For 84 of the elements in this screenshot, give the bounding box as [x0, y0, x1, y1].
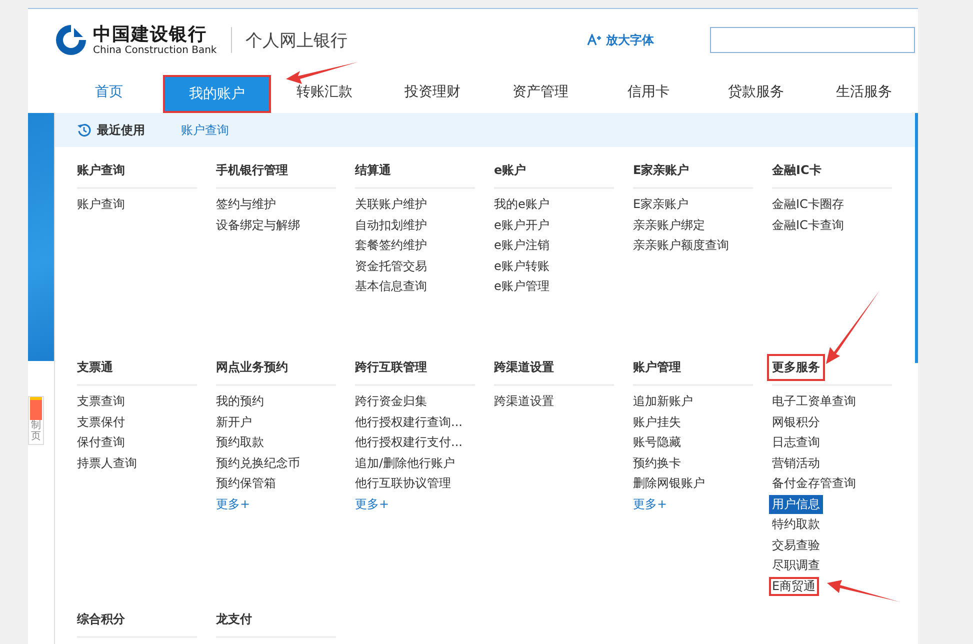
menu-link[interactable]: 跨行资金归集 — [352, 392, 430, 411]
menu-link[interactable]: 套餐签约维护 — [352, 236, 430, 255]
menu-heading: 更多服务 — [767, 354, 825, 381]
menu-link[interactable]: 网银积分 — [769, 412, 823, 432]
menu-link[interactable]: 账户挂失 — [630, 412, 684, 432]
menu-link[interactable]: 签约与维护 — [213, 195, 279, 214]
recent-label: 最近使用 — [97, 122, 145, 138]
menu-link[interactable]: 交易查验 — [769, 536, 823, 554]
menu-link[interactable]: 预约取款 — [213, 433, 267, 452]
menu-link[interactable]: E商贸通 — [769, 576, 819, 596]
menu-link[interactable]: 亲亲账户绑定 — [630, 216, 708, 234]
menu-link[interactable]: 资金托管交易 — [352, 256, 430, 276]
menu-heading: 账户查询 — [76, 162, 126, 179]
annotation-arrow — [286, 62, 358, 84]
side-tab[interactable]: 制页 — [28, 396, 44, 445]
menu-link[interactable]: 保付查询 — [74, 433, 128, 452]
menu-link[interactable]: 电子工资单查询 — [769, 392, 859, 411]
menu-link[interactable]: 关联账户维护 — [352, 195, 430, 214]
menu-link[interactable]: 用户信息 — [769, 494, 823, 514]
menu-heading: E家亲账户 — [632, 162, 690, 179]
menu-link[interactable]: 备付金存管查询 — [769, 474, 859, 493]
menu-link[interactable]: 删除网银账户 — [630, 474, 708, 493]
more-link[interactable]: 更多+ — [216, 496, 250, 510]
menu-link[interactable]: 新开户 — [213, 412, 255, 432]
menu-link[interactable]: e账户开户 — [491, 216, 552, 234]
menu-link[interactable]: 亲亲账户额度查询 — [630, 236, 732, 255]
menu-heading: 跨行互联管理 — [354, 359, 428, 376]
menu-link[interactable]: 他行授权建行支付... — [352, 433, 466, 452]
menu-link[interactable]: e账户管理 — [491, 277, 552, 296]
nav-tab[interactable]: 首页 — [55, 71, 163, 113]
nav-tab[interactable]: 生活服务 — [810, 71, 918, 113]
menu-link[interactable]: 特约取款 — [769, 515, 823, 534]
enlarge-font-button[interactable]: 放大字体 — [587, 32, 654, 48]
menu-link[interactable]: 日志查询 — [769, 433, 823, 452]
menu-link[interactable]: 支票保付 — [74, 412, 128, 432]
bank-name-english: China Construction Bank — [93, 44, 217, 56]
menu-link[interactable]: 营销活动 — [769, 454, 823, 472]
menu-link[interactable]: 持票人查询 — [74, 454, 140, 472]
search-field[interactable] — [710, 27, 915, 53]
menu-link[interactable]: e账户转账 — [491, 256, 552, 276]
menu-link[interactable]: 设备绑定与解绑 — [213, 216, 303, 234]
menu-link[interactable]: 我的预约 — [213, 392, 267, 411]
menu-link[interactable]: 他行授权建行查询... — [352, 412, 466, 432]
recent-link[interactable]: 账户查询 — [181, 122, 229, 138]
menu-link[interactable]: 支票查询 — [74, 392, 128, 411]
menu-heading: 支票通 — [76, 359, 114, 376]
menu-link[interactable]: 追加新账户 — [630, 392, 696, 411]
menu-link[interactable]: 跨渠道设置 — [491, 392, 557, 411]
nav-tab[interactable]: 信用卡 — [594, 71, 702, 113]
nav-tab[interactable]: 投资理财 — [378, 71, 486, 113]
menu-link[interactable]: 账户查询 — [74, 195, 128, 214]
site-title: 个人网上银行 — [246, 30, 348, 52]
font-size-icon — [587, 34, 602, 46]
menu-link[interactable]: 金融IC卡查询 — [769, 216, 847, 234]
menu-link[interactable]: 基本信息查询 — [352, 277, 430, 296]
menu-heading: e账户 — [493, 162, 528, 179]
nav-tab[interactable]: 贷款服务 — [702, 71, 810, 113]
menu-link[interactable]: 预约保管箱 — [213, 474, 279, 493]
menu-heading: 综合积分 — [76, 611, 126, 628]
menu-link[interactable]: e账户注销 — [491, 236, 552, 255]
menu-heading: 跨渠道设置 — [493, 359, 555, 376]
menu-link[interactable]: 我的e账户 — [491, 195, 552, 214]
menu-heading: 网点业务预约 — [215, 359, 289, 376]
menu-link[interactable]: 金融IC卡圈存 — [769, 195, 847, 214]
history-icon — [77, 123, 91, 137]
menu-heading: 账户管理 — [632, 359, 682, 376]
menu-link[interactable]: 预约兑换纪念币 — [213, 454, 303, 472]
menu-link[interactable]: E家亲账户 — [630, 195, 692, 214]
menu-link[interactable]: 尽职调查 — [769, 556, 823, 575]
menu-heading: 龙支付 — [214, 611, 253, 628]
nav-tab[interactable]: 转账汇款 — [270, 71, 379, 113]
menu-link[interactable]: 追加/删除他行账户 — [352, 454, 458, 472]
more-link[interactable]: 更多+ — [355, 496, 390, 510]
menu-heading: 结算通 — [354, 162, 392, 179]
menu-heading: 金融IC卡 — [771, 162, 822, 179]
menu-link[interactable]: 他行互联协议管理 — [352, 474, 454, 493]
menu-link[interactable]: 预约换卡 — [630, 454, 684, 472]
nav-tab[interactable]: 资产管理 — [486, 71, 594, 113]
bank-logo-icon — [55, 24, 87, 56]
menu-link[interactable]: 自动扣划维护 — [352, 216, 430, 234]
bank-name: 中国建设银行 — [93, 24, 208, 44]
menu-link[interactable]: 账号隐藏 — [630, 433, 684, 452]
menu-heading: 手机银行管理 — [215, 162, 289, 179]
more-link[interactable]: 更多+ — [633, 496, 668, 510]
